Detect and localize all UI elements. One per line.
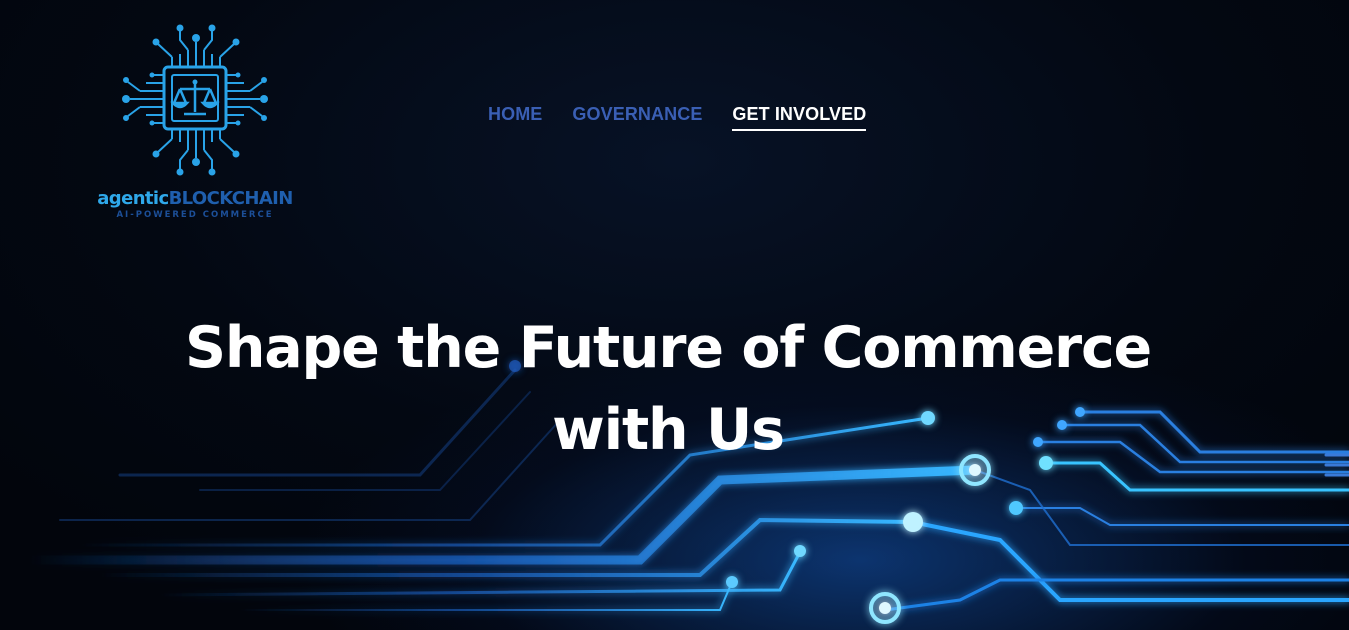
brand-tagline: AI-POWERED COMMERCE (116, 210, 274, 220)
brand-name-part2: BLOCKCHAIN (168, 188, 294, 209)
hero-heading: Shape the Future of Commerce with Us (184, 315, 1152, 463)
hero-section: agenticBLOCKCHAIN AI-POWERED COMMERCE HO… (0, 0, 1349, 630)
scales-of-justice-chip-icon (122, 24, 268, 176)
nav-item-governance[interactable]: GOVERNANCE (572, 104, 702, 131)
nav-item-home[interactable]: HOME (488, 104, 542, 131)
brand-name: agenticBLOCKCHAIN (86, 188, 304, 209)
brand-logo[interactable]: agenticBLOCKCHAIN AI-POWERED COMMERCE (86, 10, 304, 225)
brand-name-part1: agentic (97, 188, 169, 209)
main-navigation: HOME GOVERNANCE GET INVOLVED (488, 104, 867, 131)
nav-item-get-involved[interactable]: GET INVOLVED (732, 104, 867, 131)
